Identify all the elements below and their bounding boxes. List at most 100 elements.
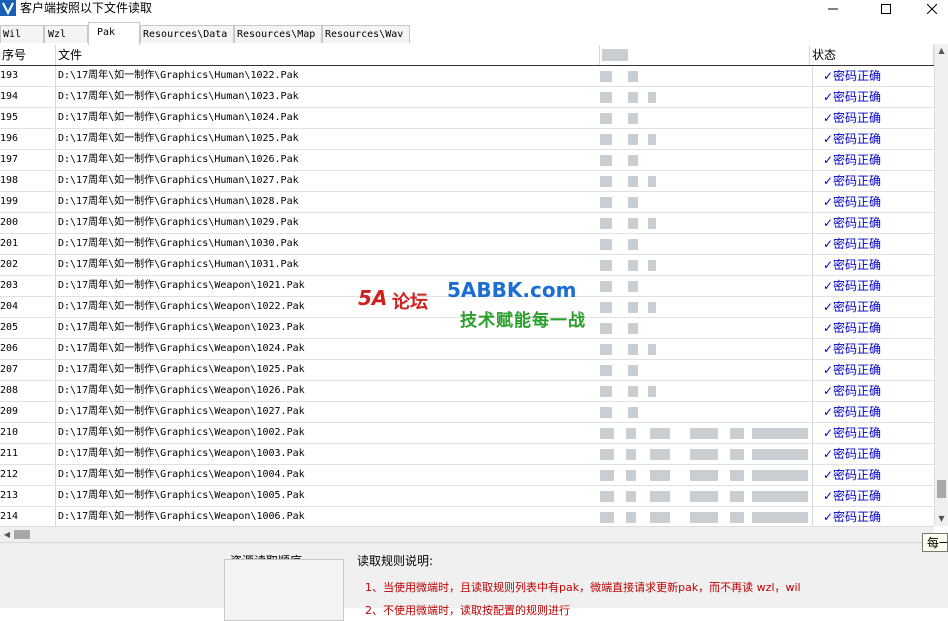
tab-resources-map[interactable]: Resources\Map [234, 25, 322, 43]
redacted-block [628, 218, 638, 229]
tab-resources-wav[interactable]: Resources\Wav [322, 25, 410, 43]
redacted-block [752, 470, 808, 481]
file-path: D:\17周年\如一制作\Graphics\Weapon\1005.Pak [58, 490, 305, 501]
redacted-block [600, 92, 612, 103]
table-row[interactable]: 198 D:\17周年\如一制作\Graphics\Human\1027.Pak ✓… [0, 171, 934, 192]
file-path: D:\17周年\如一制作\Graphics\Human\1022.Pak [58, 70, 299, 81]
file-path: D:\17周年\如一制作\Graphics\Weapon\1024.Pak [58, 343, 305, 354]
redacted-block [626, 512, 636, 523]
table-row[interactable]: 197 D:\17周年\如一制作\Graphics\Human\1026.Pak ✓… [0, 150, 934, 171]
redacted-block [690, 470, 718, 481]
status-badge: ✓密码正确 [812, 360, 934, 380]
redacted-block [730, 491, 744, 502]
status-badge: ✓密码正确 [812, 444, 934, 464]
scroll-down-icon[interactable]: ▼ [935, 512, 948, 526]
file-path: D:\17周年\如一制作\Graphics\Human\1030.Pak [58, 238, 299, 249]
row-number: 211 [0, 444, 56, 464]
redacted-block [600, 428, 614, 439]
table-row[interactable]: 200 D:\17周年\如一制作\Graphics\Human\1029.Pak ✓… [0, 213, 934, 234]
table-row[interactable]: 208 D:\17周年\如一制作\Graphics\Weapon\1026.Pak… [0, 381, 934, 402]
status-badge: ✓密码正确 [812, 87, 934, 107]
table-row[interactable]: 201 D:\17周年\如一制作\Graphics\Human\1030.Pak ✓… [0, 234, 934, 255]
redacted-block [628, 344, 638, 355]
table-row[interactable]: 203 D:\17周年\如一制作\Graphics\Weapon\1021.Pak… [0, 276, 934, 297]
redacted-block [600, 155, 612, 166]
status-badge: ✓密码正确 [812, 465, 934, 485]
resource-order-list[interactable] [224, 559, 344, 621]
vertical-scroll-thumb[interactable] [937, 480, 946, 498]
table-row[interactable]: 207 D:\17周年\如一制作\Graphics\Weapon\1025.Pak… [0, 360, 934, 381]
table-row[interactable]: 193 D:\17周年\如一制作\Graphics\Human\1022.Pak ✓… [0, 66, 934, 87]
window-title: 客户端按照以下文件读取 [20, 1, 153, 15]
redacted-block [600, 281, 612, 292]
scroll-up-icon[interactable]: ▲ [935, 44, 948, 58]
status-badge: ✓密码正确 [812, 381, 934, 401]
minimize-button[interactable] [810, 0, 856, 16]
redacted-block [690, 449, 718, 460]
vertical-scrollbar[interactable]: ▲ ▼ [934, 44, 948, 526]
tab-resources-data[interactable]: Resources\Data [140, 25, 234, 43]
table-row[interactable]: 209 D:\17周年\如一制作\Graphics\Weapon\1027.Pak… [0, 402, 934, 423]
row-number: 197 [0, 150, 56, 170]
table-row[interactable]: 206 D:\17周年\如一制作\Graphics\Weapon\1024.Pak… [0, 339, 934, 360]
close-icon [926, 0, 938, 18]
file-grid[interactable]: 序号 文件 状态 193 D:\17周年\如一制作\Graphics\Human\… [0, 44, 934, 526]
table-row[interactable]: 213 D:\17周年\如一制作\Graphics\Weapon\1005.Pak… [0, 486, 934, 507]
rule-text-2: 2、不使用微端时，读取按配置的规则进行 [365, 604, 570, 617]
row-number: 195 [0, 108, 56, 128]
horizontal-scrollbar[interactable]: ◀ [0, 526, 934, 542]
redacted-block [626, 491, 636, 502]
tab-bar: Wil Wzl Pak Resources\Data Resources\Map… [0, 22, 948, 45]
file-path: D:\17周年\如一制作\Graphics\Human\1028.Pak [58, 196, 299, 207]
redacted-block [628, 134, 638, 145]
redacted-block [752, 449, 808, 460]
redacted-block [600, 365, 612, 376]
redacted-block [628, 155, 638, 166]
status-badge: ✓密码正确 [812, 213, 934, 233]
table-row[interactable]: 214 D:\17周年\如一制作\Graphics\Weapon\1006.Pak… [0, 507, 934, 526]
status-badge: ✓密码正确 [812, 150, 934, 170]
tab-wil[interactable]: Wil [0, 25, 44, 43]
status-badge: ✓密码正确 [812, 339, 934, 359]
redacted-cell [600, 402, 810, 422]
redacted-block [628, 302, 638, 313]
redacted-block [690, 512, 718, 523]
table-row[interactable]: 210 D:\17周年\如一制作\Graphics\Weapon\1002.Pak… [0, 423, 934, 444]
scroll-left-icon[interactable]: ◀ [0, 527, 14, 542]
tab-pak[interactable]: Pak [88, 22, 140, 45]
file-path: D:\17周年\如一制作\Graphics\Human\1027.Pak [58, 175, 299, 186]
table-row[interactable]: 212 D:\17周年\如一制作\Graphics\Weapon\1004.Pak… [0, 465, 934, 486]
table-row[interactable]: 195 D:\17周年\如一制作\Graphics\Human\1024.Pak ✓… [0, 108, 934, 129]
file-path: D:\17周年\如一制作\Graphics\Human\1023.Pak [58, 91, 299, 102]
table-row[interactable]: 211 D:\17周年\如一制作\Graphics\Weapon\1003.Pak… [0, 444, 934, 465]
maximize-button[interactable] [863, 0, 909, 16]
close-button[interactable] [909, 0, 948, 16]
row-number: 213 [0, 486, 56, 506]
status-badge: ✓密码正确 [812, 486, 934, 506]
table-row[interactable]: 202 D:\17周年\如一制作\Graphics\Human\1031.Pak ✓… [0, 255, 934, 276]
table-row[interactable]: 194 D:\17周年\如一制作\Graphics\Human\1023.Pak ✓… [0, 87, 934, 108]
file-path: D:\17周年\如一制作\Graphics\Weapon\1006.Pak [58, 511, 305, 522]
column-header-no[interactable]: 序号 [0, 45, 56, 65]
redacted-block [730, 512, 744, 523]
redacted-block [600, 134, 612, 145]
status-badge: ✓密码正确 [812, 108, 934, 128]
redacted-cell [600, 150, 810, 170]
row-number: 208 [0, 381, 56, 401]
tab-wzl[interactable]: Wzl [44, 25, 88, 43]
table-row[interactable]: 204 D:\17周年\如一制作\Graphics\Weapon\1022.Pak… [0, 297, 934, 318]
redacted-block [600, 449, 614, 460]
row-number: 204 [0, 297, 56, 317]
column-header-redacted[interactable] [600, 45, 810, 65]
column-header-file[interactable]: 文件 [56, 45, 600, 65]
redacted-cell [600, 276, 810, 296]
file-path: D:\17周年\如一制作\Graphics\Weapon\1025.Pak [58, 364, 305, 375]
row-number: 203 [0, 276, 56, 296]
table-row[interactable]: 196 D:\17周年\如一制作\Graphics\Human\1025.Pak ✓… [0, 129, 934, 150]
redacted-block [600, 197, 612, 208]
table-row[interactable]: 205 D:\17周年\如一制作\Graphics\Weapon\1023.Pak… [0, 318, 934, 339]
horizontal-scroll-thumb[interactable] [14, 530, 30, 539]
column-header-status[interactable]: 状态 [810, 45, 934, 65]
redacted-block [600, 323, 612, 334]
table-row[interactable]: 199 D:\17周年\如一制作\Graphics\Human\1028.Pak ✓… [0, 192, 934, 213]
